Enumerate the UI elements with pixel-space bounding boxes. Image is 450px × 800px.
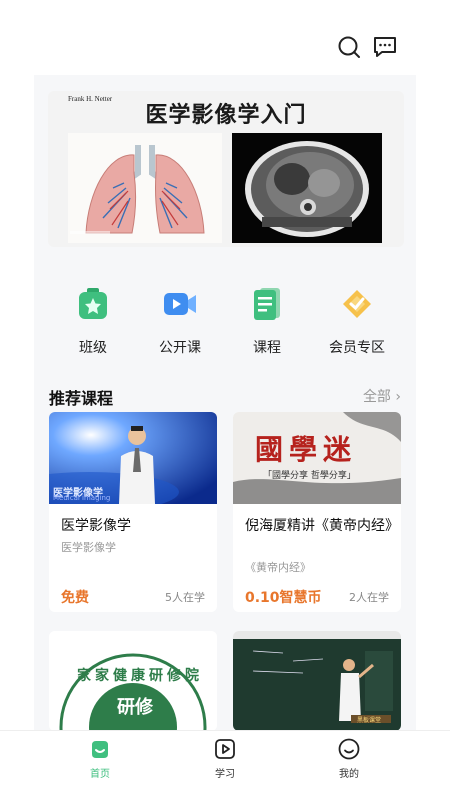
quick-item-label: 会员专区: [329, 340, 385, 356]
course-card[interactable]: 國學迷 「國學分享 哲學分享」 倪海厦精讲《黄帝内经》 《黄帝内经》 0.10智…: [233, 412, 401, 612]
course-title: 医学影像学: [61, 518, 131, 534]
course-subtitle: 医学影像学: [61, 541, 116, 554]
quick-item-course[interactable]: 课程: [227, 285, 307, 357]
tab-profile[interactable]: 我的: [319, 737, 379, 780]
course-thumbnail: 医学影像学 Medical imaging: [49, 412, 217, 504]
quick-item-class[interactable]: 班级: [53, 285, 133, 357]
course-subtitle: 《黄帝内经》: [245, 561, 311, 574]
tab-home[interactable]: 首页: [70, 737, 130, 780]
bottom-tab-bar: 首页 学习 我的: [0, 730, 450, 800]
learner-count: 2人在学: [349, 591, 389, 604]
home-icon: [92, 741, 108, 758]
view-all-link[interactable]: 全部 ›: [363, 386, 401, 406]
course-price: 免费: [61, 590, 89, 606]
board-label: 黑板课堂: [357, 717, 382, 724]
quick-item-label: 公开课: [159, 340, 201, 356]
profile-icon: [338, 738, 360, 760]
thumbnail-title: 國學迷: [255, 433, 358, 466]
recommend-header: 推荐课程 全部 ›: [49, 383, 401, 408]
open-class-icon: [164, 293, 196, 315]
tab-label: 学习: [215, 769, 235, 780]
ct-scan-image: [232, 133, 382, 243]
message-icon[interactable]: [372, 34, 398, 60]
search-icon[interactable]: [336, 34, 362, 60]
quick-item-open-class[interactable]: 公开课: [140, 285, 220, 357]
tab-study[interactable]: 学习: [195, 737, 255, 780]
course-price: 0.10智慧币: [245, 590, 322, 606]
seal-center-text: 研修: [117, 697, 153, 718]
learner-count: 5人在学: [165, 591, 205, 604]
tab-label: 首页: [90, 769, 110, 780]
quick-menu: 班级 公开课 课程 会员专区: [34, 285, 416, 357]
home-content-panel: Frank H. Netter 医学影像学入门 班级 公开课 课程 会员专区 推…: [34, 75, 416, 730]
thumbnail-subcaption: Medical imaging: [53, 494, 111, 502]
course-card[interactable]: 黑板课堂: [233, 631, 401, 730]
tab-label: 我的: [339, 769, 359, 780]
lung-illustration: [68, 133, 222, 243]
banner-indicator: [70, 231, 110, 234]
course-icon: [254, 288, 280, 320]
quick-item-label: 课程: [253, 340, 281, 356]
vip-icon: [343, 290, 371, 318]
quick-item-vip[interactable]: 会员专区: [317, 285, 397, 357]
course-thumbnail: 國學迷 「國學分享 哲學分享」: [233, 412, 401, 504]
section-title: 推荐课程: [49, 389, 114, 408]
seal-arc-text: 家家健康研修院: [77, 668, 203, 684]
thumbnail-subcaption: 「國學分享 哲學分享」: [263, 471, 356, 481]
play-icon: [215, 739, 235, 759]
course-card[interactable]: 医学影像学 Medical imaging 医学影像学 医学影像学 免费 5人在…: [49, 412, 217, 612]
promo-banner[interactable]: Frank H. Netter 医学影像学入门: [48, 91, 404, 247]
course-card[interactable]: 家家健康研修院 研修: [49, 631, 217, 730]
quick-item-label: 班级: [79, 340, 107, 356]
course-title: 倪海厦精讲《黄帝内经》: [245, 518, 399, 534]
top-bar: [0, 0, 450, 75]
class-icon: [79, 288, 107, 319]
banner-title: 医学影像学入门: [145, 102, 307, 128]
